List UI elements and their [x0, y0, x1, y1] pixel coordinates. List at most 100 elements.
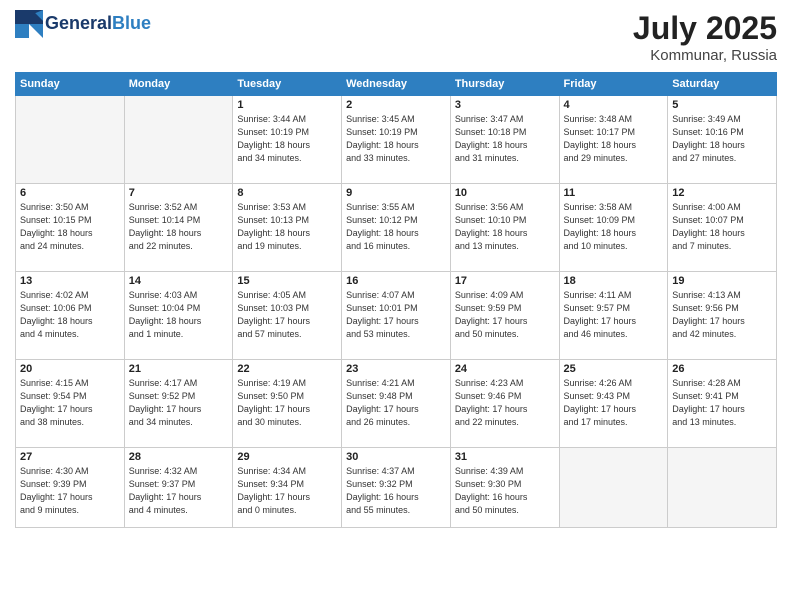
- calendar-cell: 26 Sunrise: 4:28 AM Sunset: 9:41 PM Dayli…: [668, 360, 777, 448]
- day-info: Sunrise: 4:00 AM Sunset: 10:07 PM Daylig…: [672, 201, 772, 253]
- calendar-cell: 8 Sunrise: 3:53 AM Sunset: 10:13 PM Dayli…: [233, 184, 342, 272]
- logo-text: GeneralBlue: [45, 14, 151, 34]
- day-number: 6: [20, 187, 120, 199]
- calendar-cell: 16Sunrise: 4:07 AM Sunset: 10:01 PM Dayl…: [342, 272, 451, 360]
- calendar-cell: [16, 96, 125, 184]
- day-number: 4: [564, 99, 664, 111]
- day-number: 31: [455, 451, 555, 463]
- calendar-cell: 24Sunrise: 4:23 AM Sunset: 9:46 PM Dayli…: [450, 360, 559, 448]
- calendar-cell: 29 Sunrise: 4:34 AM Sunset: 9:34 PM Dayli…: [233, 448, 342, 528]
- day-info: Sunrise: 3:48 AM Sunset: 10:17 PM Daylig…: [564, 113, 664, 165]
- day-info: Sunrise: 3:47 AM Sunset: 10:18 PM Daylig…: [455, 113, 555, 165]
- day-number: 2: [346, 99, 446, 111]
- calendar-cell: 7 Sunrise: 3:52 AM Sunset: 10:14 PM Dayli…: [124, 184, 233, 272]
- day-number: 7: [129, 187, 229, 199]
- day-info: Sunrise: 4:34 AM Sunset: 9:34 PM Dayligh…: [237, 465, 337, 517]
- calendar-cell: 25 Sunrise: 4:26 AM Sunset: 9:43 PM Dayli…: [559, 360, 668, 448]
- day-info: Sunrise: 3:44 AM Sunset: 10:19 PM Daylig…: [237, 113, 337, 165]
- day-number: 8: [237, 187, 337, 199]
- day-number: 20: [20, 363, 120, 375]
- logo: GeneralBlue: [15, 10, 151, 38]
- week-row-5: 27 Sunrise: 4:30 AM Sunset: 9:39 PM Dayli…: [16, 448, 777, 528]
- day-number: 14: [129, 275, 229, 287]
- day-info: Sunrise: 4:26 AM Sunset: 9:43 PM Dayligh…: [564, 377, 664, 429]
- week-row-1: 1 Sunrise: 3:44 AM Sunset: 10:19 PM Dayli…: [16, 96, 777, 184]
- day-number: 28: [129, 451, 229, 463]
- calendar-cell: 4 Sunrise: 3:48 AM Sunset: 10:17 PM Dayli…: [559, 96, 668, 184]
- calendar-cell: 31 Sunrise: 4:39 AM Sunset: 9:30 PM Dayli…: [450, 448, 559, 528]
- weekday-header-friday: Friday: [559, 73, 668, 96]
- day-number: 5: [672, 99, 772, 111]
- location: Kommunar, Russia: [633, 47, 777, 64]
- day-number: 21: [129, 363, 229, 375]
- day-number: 15: [237, 275, 337, 287]
- day-number: 27: [20, 451, 120, 463]
- day-info: Sunrise: 3:49 AM Sunset: 10:16 PM Daylig…: [672, 113, 772, 165]
- day-info: Sunrise: 4:37 AM Sunset: 9:32 PM Dayligh…: [346, 465, 446, 517]
- day-info: Sunrise: 4:30 AM Sunset: 9:39 PM Dayligh…: [20, 465, 120, 517]
- day-info: Sunrise: 3:45 AM Sunset: 10:19 PM Daylig…: [346, 113, 446, 165]
- calendar-cell: [668, 448, 777, 528]
- day-number: 25: [564, 363, 664, 375]
- calendar-cell: 5 Sunrise: 3:49 AM Sunset: 10:16 PM Dayli…: [668, 96, 777, 184]
- day-number: 22: [237, 363, 337, 375]
- logo-icon: [15, 10, 43, 38]
- day-info: Sunrise: 4:15 AM Sunset: 9:54 PM Dayligh…: [20, 377, 120, 429]
- day-info: Sunrise: 4:32 AM Sunset: 9:37 PM Dayligh…: [129, 465, 229, 517]
- calendar-cell: 2 Sunrise: 3:45 AM Sunset: 10:19 PM Dayli…: [342, 96, 451, 184]
- day-info: Sunrise: 4:02 AM Sunset: 10:06 PM Daylig…: [20, 289, 120, 341]
- calendar-cell: 28 Sunrise: 4:32 AM Sunset: 9:37 PM Dayli…: [124, 448, 233, 528]
- day-info: Sunrise: 3:52 AM Sunset: 10:14 PM Daylig…: [129, 201, 229, 253]
- calendar-cell: 20 Sunrise: 4:15 AM Sunset: 9:54 PM Dayli…: [16, 360, 125, 448]
- day-info: Sunrise: 3:55 AM Sunset: 10:12 PM Daylig…: [346, 201, 446, 253]
- day-number: 10: [455, 187, 555, 199]
- calendar-cell: 10 Sunrise: 3:56 AM Sunset: 10:10 PM Dayl…: [450, 184, 559, 272]
- day-number: 12: [672, 187, 772, 199]
- day-number: 29: [237, 451, 337, 463]
- day-info: Sunrise: 3:56 AM Sunset: 10:10 PM Daylig…: [455, 201, 555, 253]
- calendar-cell: 22 Sunrise: 4:19 AM Sunset: 9:50 PM Dayli…: [233, 360, 342, 448]
- day-number: 17: [455, 275, 555, 287]
- day-number: 1: [237, 99, 337, 111]
- day-info: Sunrise: 3:53 AM Sunset: 10:13 PM Daylig…: [237, 201, 337, 253]
- week-row-2: 6 Sunrise: 3:50 AM Sunset: 10:15 PM Dayli…: [16, 184, 777, 272]
- title-block: July 2025 Kommunar, Russia: [633, 10, 777, 64]
- day-number: 3: [455, 99, 555, 111]
- day-info: Sunrise: 3:50 AM Sunset: 10:15 PM Daylig…: [20, 201, 120, 253]
- day-info: Sunrise: 4:03 AM Sunset: 10:04 PM Daylig…: [129, 289, 229, 341]
- calendar-cell: 30 Sunrise: 4:37 AM Sunset: 9:32 PM Dayli…: [342, 448, 451, 528]
- calendar-cell: 12 Sunrise: 4:00 AM Sunset: 10:07 PM Dayl…: [668, 184, 777, 272]
- day-number: 19: [672, 275, 772, 287]
- day-info: Sunrise: 4:21 AM Sunset: 9:48 PM Dayligh…: [346, 377, 446, 429]
- calendar-cell: 11 Sunrise: 3:58 AM Sunset: 10:09 PM Dayl…: [559, 184, 668, 272]
- calendar-cell: 27 Sunrise: 4:30 AM Sunset: 9:39 PM Dayli…: [16, 448, 125, 528]
- calendar-cell: 17 Sunrise: 4:09 AM Sunset: 9:59 PM Dayli…: [450, 272, 559, 360]
- weekday-header-thursday: Thursday: [450, 73, 559, 96]
- day-info: Sunrise: 4:19 AM Sunset: 9:50 PM Dayligh…: [237, 377, 337, 429]
- day-number: 13: [20, 275, 120, 287]
- week-row-4: 20 Sunrise: 4:15 AM Sunset: 9:54 PM Dayli…: [16, 360, 777, 448]
- day-info: Sunrise: 4:28 AM Sunset: 9:41 PM Dayligh…: [672, 377, 772, 429]
- day-info: Sunrise: 4:13 AM Sunset: 9:56 PM Dayligh…: [672, 289, 772, 341]
- calendar-cell: 9 Sunrise: 3:55 AM Sunset: 10:12 PM Dayli…: [342, 184, 451, 272]
- day-info: Sunrise: 4:11 AM Sunset: 9:57 PM Dayligh…: [564, 289, 664, 341]
- day-info: Sunrise: 3:58 AM Sunset: 10:09 PM Daylig…: [564, 201, 664, 253]
- day-number: 9: [346, 187, 446, 199]
- weekday-header-saturday: Saturday: [668, 73, 777, 96]
- calendar-cell: [559, 448, 668, 528]
- calendar-cell: 19 Sunrise: 4:13 AM Sunset: 9:56 PM Dayli…: [668, 272, 777, 360]
- day-info: Sunrise: 4:17 AM Sunset: 9:52 PM Dayligh…: [129, 377, 229, 429]
- day-number: 26: [672, 363, 772, 375]
- day-info: Sunrise: 4:09 AM Sunset: 9:59 PM Dayligh…: [455, 289, 555, 341]
- day-info: Sunrise: 4:39 AM Sunset: 9:30 PM Dayligh…: [455, 465, 555, 517]
- calendar-cell: 1 Sunrise: 3:44 AM Sunset: 10:19 PM Dayli…: [233, 96, 342, 184]
- calendar-table: SundayMondayTuesdayWednesdayThursdayFrid…: [15, 72, 777, 528]
- calendar-cell: 18Sunrise: 4:11 AM Sunset: 9:57 PM Dayli…: [559, 272, 668, 360]
- calendar-cell: 3 Sunrise: 3:47 AM Sunset: 10:18 PM Dayli…: [450, 96, 559, 184]
- header: GeneralBlue July 2025 Kommunar, Russia: [15, 10, 777, 64]
- day-number: 30: [346, 451, 446, 463]
- day-number: 11: [564, 187, 664, 199]
- day-info: Sunrise: 4:05 AM Sunset: 10:03 PM Daylig…: [237, 289, 337, 341]
- day-info: Sunrise: 4:23 AM Sunset: 9:46 PM Dayligh…: [455, 377, 555, 429]
- week-row-3: 13 Sunrise: 4:02 AM Sunset: 10:06 PM Dayl…: [16, 272, 777, 360]
